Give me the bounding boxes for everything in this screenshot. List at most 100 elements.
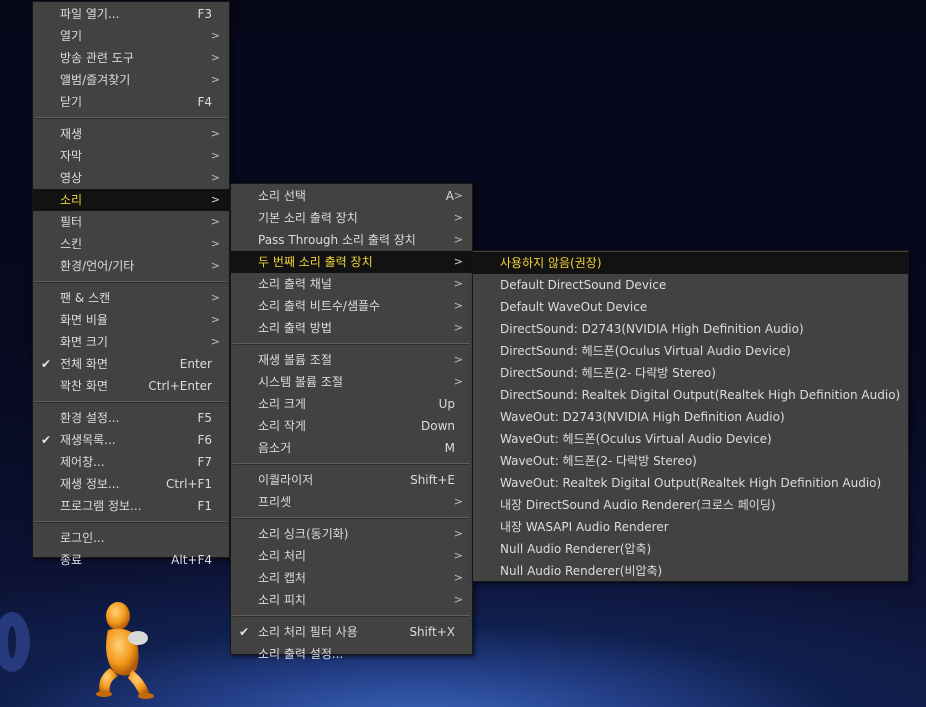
menu-item-label: 소리 출력 방법	[258, 321, 332, 335]
menu-item-시스템-볼륨-조절[interactable]: 시스템 볼륨 조절 >	[231, 371, 472, 393]
menu-item-화면-비율[interactable]: 화면 비율 >	[33, 309, 229, 331]
menu-item-환경-설정[interactable]: 환경 설정... F5	[33, 407, 229, 429]
chevron-right-icon: >	[210, 259, 220, 272]
menu-item-label: DirectSound: Realtek Digital Output(Real…	[500, 388, 901, 402]
menu-item-waveout-헤드폰-2-다락방-stereo[interactable]: WaveOut: 헤드폰(2- 다락방 Stereo)	[473, 450, 908, 472]
menu-item-파일-열기[interactable]: 파일 열기... F3	[33, 3, 229, 25]
chevron-right-icon: >	[210, 313, 220, 326]
menu-item-소리-선택[interactable]: 소리 선택 A >	[231, 185, 472, 207]
menu-item-환경-언어-기타[interactable]: 환경/언어/기타 >	[33, 255, 229, 277]
menu-item-소리-캡처[interactable]: 소리 캡처 >	[231, 567, 472, 589]
menu-item-directsound-realtek-digital-output-realtek-high-definition-audio[interactable]: DirectSound: Realtek Digital Output(Real…	[473, 384, 908, 406]
menu-item-재생-볼륨-조절[interactable]: 재생 볼륨 조절 >	[231, 349, 472, 371]
menu-item-label: 열기	[60, 29, 83, 43]
menu-item-waveout-realtek-digital-output-realtek-high-definition-audio[interactable]: WaveOut: Realtek Digital Output(Realtek …	[473, 472, 908, 494]
chevron-right-icon: >	[453, 495, 463, 508]
menu-item-label: 영상	[60, 171, 83, 185]
chevron-right-icon: >	[210, 51, 220, 64]
menu-item-소리-출력-채널[interactable]: 소리 출력 채널 >	[231, 273, 472, 295]
menu-item-소리-처리[interactable]: 소리 처리 >	[231, 545, 472, 567]
mascot-figure-image	[96, 602, 154, 699]
menu-item-label: 닫기	[60, 95, 83, 109]
second-output-device-submenu: 사용하지 않음(권장) Default DirectSound Device Def…	[472, 250, 909, 582]
menu-item-default-waveout-device[interactable]: Default WaveOut Device	[473, 296, 908, 318]
menu-separator	[233, 615, 470, 617]
menu-item-화면-크기[interactable]: 화면 크기 >	[33, 331, 229, 353]
menu-item-재생[interactable]: 재생 >	[33, 123, 229, 145]
menu-item-waveout-d2743-nvidia-high-definition-audio[interactable]: WaveOut: D2743(NVIDIA High Definition Au…	[473, 406, 908, 428]
menu-item-label: 자막	[60, 149, 83, 163]
menu-item-기본-소리-출력-장치[interactable]: 기본 소리 출력 장치 >	[231, 207, 472, 229]
chevron-right-icon: >	[210, 29, 220, 42]
menu-item-label: Default DirectSound Device	[500, 278, 667, 292]
menu-item-내장-directsound-audio-renderer-크로스-페이딩[interactable]: 내장 DirectSound Audio Renderer(크로스 페이딩)	[473, 494, 908, 516]
menu-item-shortcut: Ctrl+Enter	[148, 379, 212, 393]
menu-item-label: WaveOut: 헤드폰(Oculus Virtual Audio Device…	[500, 432, 772, 446]
menu-item-소리-싱크-동기화[interactable]: 소리 싱크(동기화) >	[231, 523, 472, 545]
menu-item-label: 전체 화면	[60, 357, 108, 371]
menu-item-directsound-헤드폰-2-다락방-stereo[interactable]: DirectSound: 헤드폰(2- 다락방 Stereo)	[473, 362, 908, 384]
menu-item-프리셋[interactable]: 프리셋 >	[231, 491, 472, 513]
menu-item-종료[interactable]: 종료 Alt+F4	[33, 549, 229, 571]
menu-item-소리-작게[interactable]: 소리 작게 Down	[231, 415, 472, 437]
menu-item-null-audio-renderer-압축[interactable]: Null Audio Renderer(압축)	[473, 538, 908, 560]
menu-item-default-directsound-device[interactable]: Default DirectSound Device	[473, 274, 908, 296]
menu-item-shortcut: M	[444, 441, 455, 455]
menu-item-음소거[interactable]: 음소거 M	[231, 437, 472, 459]
chevron-right-icon: >	[453, 527, 463, 540]
menu-item-소리-출력-방법[interactable]: 소리 출력 방법 >	[231, 317, 472, 339]
chevron-right-icon: >	[210, 171, 220, 184]
menu-item-영상[interactable]: 영상 >	[33, 167, 229, 189]
menu-item-닫기[interactable]: 닫기 F4	[33, 91, 229, 113]
menu-item-label: 앨범/즐겨찾기	[60, 73, 131, 87]
menu-item-shortcut: Down	[420, 419, 455, 433]
chevron-right-icon: >	[210, 237, 220, 250]
chevron-right-icon: >	[453, 549, 463, 562]
menu-item-재생목록[interactable]: ✔ 재생목록... F6	[33, 429, 229, 451]
menu-item-제어창[interactable]: 제어창... F7	[33, 451, 229, 473]
menu-item-전체-화면[interactable]: ✔ 전체 화면 Enter	[33, 353, 229, 375]
chevron-right-icon: >	[210, 193, 220, 206]
chevron-right-icon: >	[453, 255, 463, 268]
menu-item-label: 소리 처리 필터 사용	[258, 625, 358, 639]
menu-item-자막[interactable]: 자막 >	[33, 145, 229, 167]
menu-item-label: 재생목록...	[60, 433, 116, 447]
menu-item-label: WaveOut: D2743(NVIDIA High Definition Au…	[500, 410, 785, 424]
menu-item-내장-wasapi-audio-renderer[interactable]: 내장 WASAPI Audio Renderer	[473, 516, 908, 538]
menu-item-소리-출력-설정[interactable]: 소리 출력 설정...	[231, 643, 472, 665]
menu-item-label: 프로그램 정보...	[60, 499, 142, 513]
menu-item-재생-정보[interactable]: 재생 정보... Ctrl+F1	[33, 473, 229, 495]
menu-item-방송-관련-도구[interactable]: 방송 관련 도구 >	[33, 47, 229, 69]
menu-item-소리-피치[interactable]: 소리 피치 >	[231, 589, 472, 611]
menu-item-null-audio-renderer-비압축[interactable]: Null Audio Renderer(비압축)	[473, 560, 908, 582]
menu-item-waveout-헤드폰-oculus-virtual-audio-device[interactable]: WaveOut: 헤드폰(Oculus Virtual Audio Device…	[473, 428, 908, 450]
menu-item-이퀄라이저[interactable]: 이퀄라이저 Shift+E	[231, 469, 472, 491]
menu-item-label: Default WaveOut Device	[500, 300, 648, 314]
menu-item-팬-스캔[interactable]: 팬 & 스캔 >	[33, 287, 229, 309]
menu-item-소리-크게[interactable]: 소리 크게 Up	[231, 393, 472, 415]
menu-item-shortcut: Up	[438, 397, 455, 411]
menu-item-shortcut: Shift+E	[410, 473, 455, 487]
menu-item-필터[interactable]: 필터 >	[33, 211, 229, 233]
menu-item-프로그램-정보[interactable]: 프로그램 정보... F1	[33, 495, 229, 517]
menu-item-소리-처리-필터-사용[interactable]: ✔ 소리 처리 필터 사용 Shift+X	[231, 621, 472, 643]
menu-item-사용하지-않음-권장[interactable]: 사용하지 않음(권장)	[473, 252, 908, 274]
menu-item-label: 소리 선택	[258, 189, 306, 203]
menu-item-label: 꽉찬 화면	[60, 379, 108, 393]
chevron-right-icon: >	[210, 335, 220, 348]
menu-item-label: 소리 출력 채널	[258, 277, 332, 291]
menu-item-열기[interactable]: 열기 >	[33, 25, 229, 47]
menu-item-앨범-즐겨찾기[interactable]: 앨범/즐겨찾기 >	[33, 69, 229, 91]
menu-item-꽉찬-화면[interactable]: 꽉찬 화면 Ctrl+Enter	[33, 375, 229, 397]
menu-item-label: DirectSound: D2743(NVIDIA High Definitio…	[500, 322, 804, 336]
menu-item-shortcut: Alt+F4	[171, 553, 212, 567]
menu-item-소리-출력-비트수-샘플수[interactable]: 소리 출력 비트수/샘플수 >	[231, 295, 472, 317]
menu-item-로그인[interactable]: 로그인...	[33, 527, 229, 549]
menu-item-label: 환경 설정...	[60, 411, 120, 425]
menu-item-두-번째-소리-출력-장치[interactable]: 두 번째 소리 출력 장치 >	[231, 251, 472, 273]
menu-item-directsound-헤드폰-oculus-virtual-audio-device[interactable]: DirectSound: 헤드폰(Oculus Virtual Audio De…	[473, 340, 908, 362]
menu-item-pass-through-소리-출력-장치[interactable]: Pass Through 소리 출력 장치 >	[231, 229, 472, 251]
menu-item-스킨[interactable]: 스킨 >	[33, 233, 229, 255]
menu-item-소리[interactable]: 소리 >	[33, 189, 229, 211]
menu-item-directsound-d2743-nvidia-high-definition-audio[interactable]: DirectSound: D2743(NVIDIA High Definitio…	[473, 318, 908, 340]
